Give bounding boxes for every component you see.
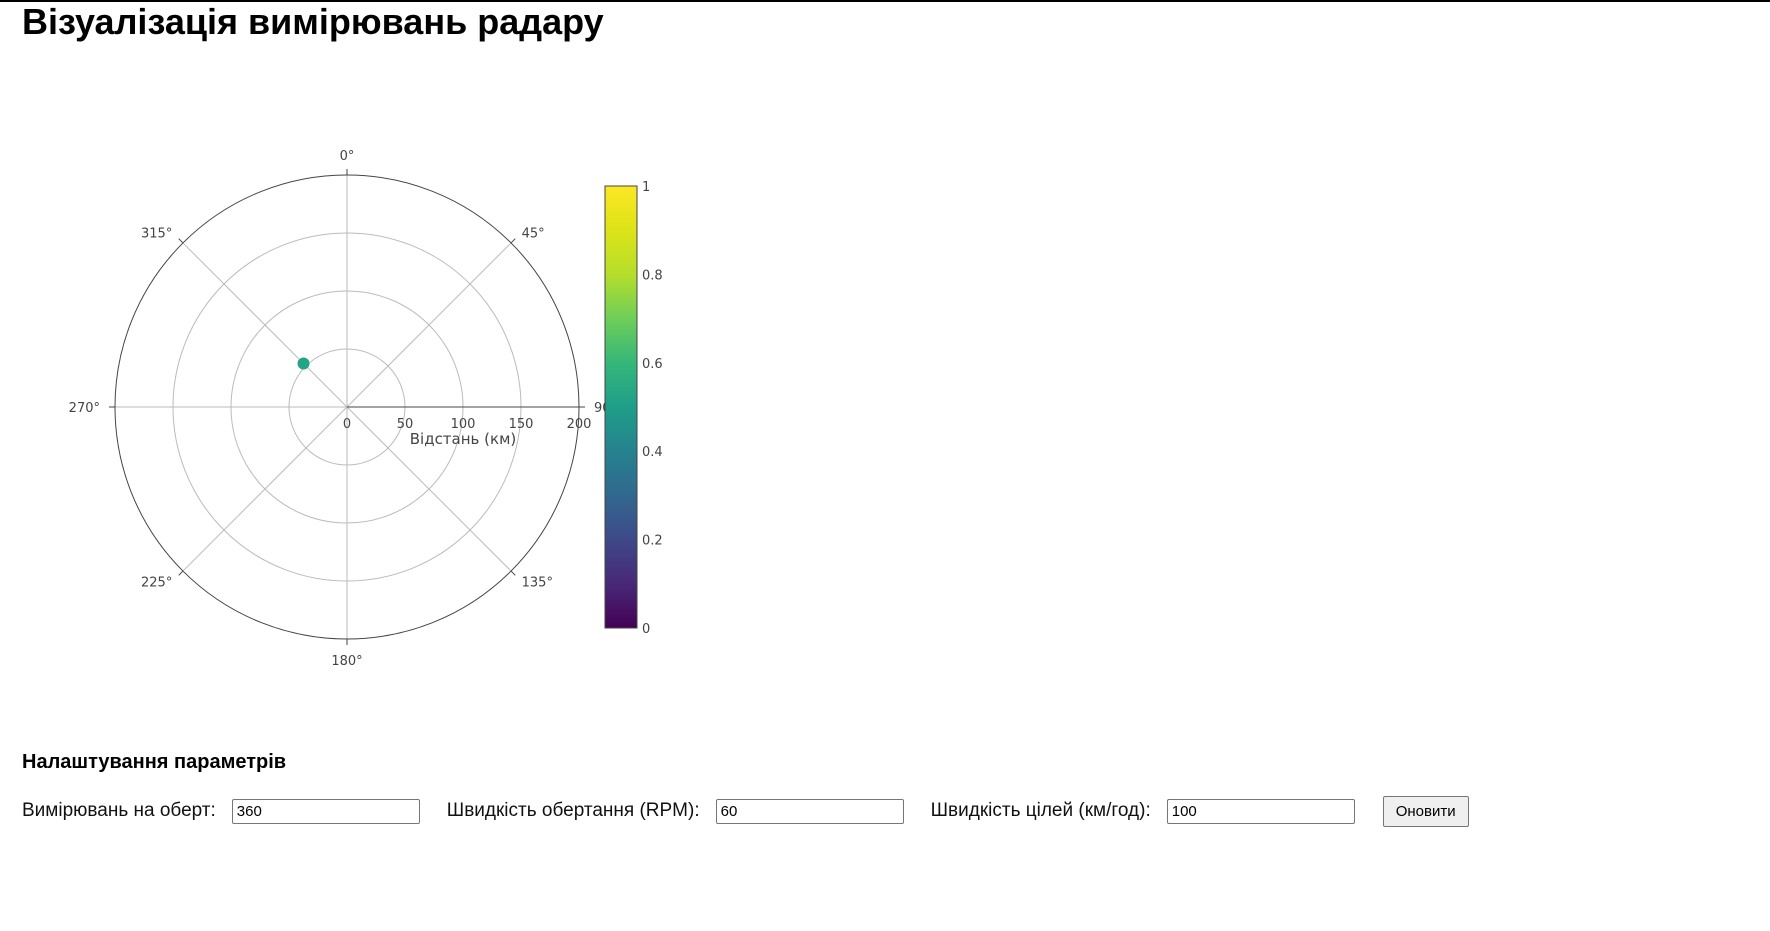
colorbar-tick-label: 0.8 [642,268,663,283]
radar-chart: 0°45°90°135°180°225°270°315°050100150200… [69,149,663,669]
measurements-input[interactable] [231,798,420,824]
measurements-label: Вимірювань на оберт: [22,800,216,821]
angular-tick-label: 135° [522,576,553,591]
angular-tick-label: 270° [69,401,100,416]
angular-grid-line [346,242,512,408]
angular-tick-label: 45° [522,226,545,241]
target-speed-label: Швидкість цілей (км/год): [930,800,1151,821]
page-title: Візуалізація вимірювань радару [22,1,604,42]
data-point [297,357,310,370]
settings-heading: Налаштування параметрів [22,751,287,773]
angular-grid-line [182,406,348,572]
settings-controls: Вимірювань на оберт: Швидкість обертання… [22,795,1469,827]
colorbar-tick-label: 1 [642,180,650,195]
angular-tick-label: 315° [141,226,172,241]
radial-tick-label: 200 [567,417,592,432]
angular-grid-line [182,242,348,408]
angular-tick-mark [178,570,184,576]
polar-axis-labels: 0°45°90°135°180°225°270°315°050100150200… [69,149,617,669]
radial-tick-label: 0 [343,417,351,432]
polar-grid [114,174,580,640]
rpm-label: Швидкість обертання (RPM): [446,800,700,821]
colorbar-tick-label: 0.4 [642,445,663,460]
angular-tick-label: 225° [141,576,172,591]
angular-tick-mark [178,238,184,244]
angular-tick-mark [510,238,516,244]
update-button[interactable]: Оновити [1382,795,1469,827]
target-speed-input[interactable] [1166,798,1355,824]
angular-tick-label: 180° [331,654,362,669]
colorbar-gradient [604,185,638,629]
angular-tick-mark [510,570,516,576]
colorbar-tick-label: 0.2 [642,534,663,549]
colorbar: 0 0.2 0.4 0.6 0.8 1 [604,180,663,637]
angular-tick-label: 0° [340,149,355,164]
radial-axis-title: Відстань (км) [410,430,517,448]
rpm-input[interactable] [715,798,904,824]
colorbar-tick-label: 0.6 [642,357,663,372]
polar-points [297,357,310,370]
colorbar-tick-label: 0 [642,622,650,637]
